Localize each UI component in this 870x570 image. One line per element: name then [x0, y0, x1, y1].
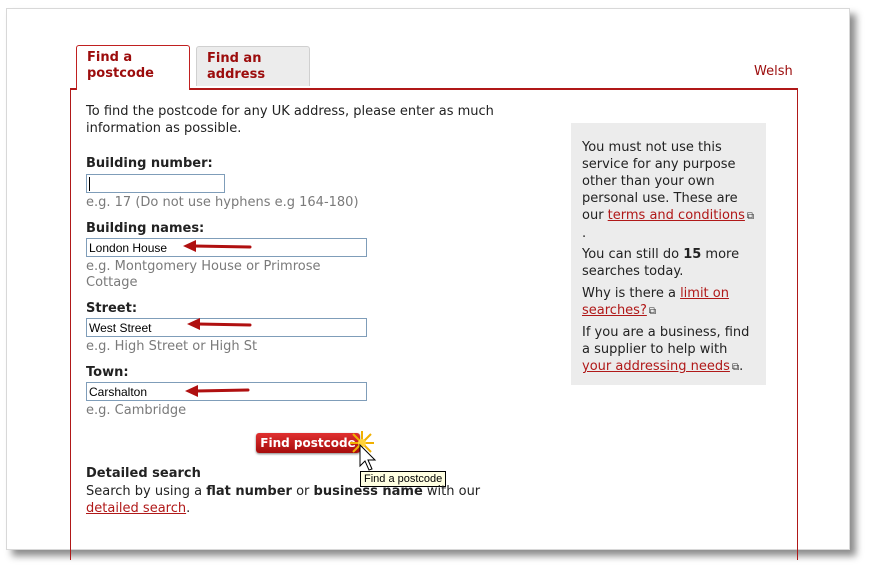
detailed-search-link-line: detailed search. [86, 500, 190, 517]
intro-line2: information as possible. [86, 121, 242, 136]
text-caret [89, 177, 90, 191]
welsh-link[interactable]: Welsh [754, 64, 793, 79]
business-paragraph: If you are a business, find a supplier t… [582, 324, 762, 376]
text-line: . [582, 226, 587, 241]
limit-link[interactable]: limit on [680, 286, 729, 301]
town-hint: e.g. Cambridge [86, 403, 187, 418]
addressing-needs-link[interactable]: your addressing needs [582, 359, 730, 374]
building-number-input[interactable] [86, 174, 225, 193]
info-sidebar: You must not use this service for any pu… [571, 123, 766, 385]
text-fragment: our [582, 208, 608, 223]
town-label: Town: [86, 365, 129, 380]
text-fragment: with our [422, 484, 481, 499]
text-line: You must not use this [582, 140, 722, 155]
detailed-search-text: Search by using a flat number or busines… [86, 483, 480, 500]
click-burst-icon [350, 431, 377, 471]
text-fragment: Why is there a [582, 286, 681, 301]
text-line: searches today. [582, 264, 684, 279]
text-fragment: You can still do [582, 247, 684, 262]
text-line: If you are a business, find [582, 325, 750, 340]
text-fragment: . [739, 359, 744, 374]
street-label: Street: [86, 301, 138, 316]
detailed-search-link[interactable]: detailed search [86, 501, 186, 516]
building-names-hint-line1: e.g. Montgomery House or Primrose [86, 259, 321, 274]
tab-find-address[interactable]: Find an address [196, 46, 310, 86]
external-link-icon: ⧉ [746, 211, 755, 222]
search-count-paragraph: You can still do 15 more searches today. [582, 246, 762, 280]
street-hint: e.g. High Street or High St [86, 339, 258, 354]
tab-find-postcode[interactable]: Find a postcode [76, 45, 190, 90]
external-link-icon: ⧉ [731, 362, 740, 373]
annotation-arrow-icon [185, 385, 250, 397]
tab-label-line1: Find an [207, 51, 262, 66]
external-link-icon: ⧉ [648, 306, 656, 317]
building-number-hint: e.g. 17 (Do not use hyphens e.g 164-180) [86, 195, 359, 210]
text-bold-fragment: flat number [206, 484, 292, 499]
tab-label-line1: Find a [87, 50, 133, 65]
limit-paragraph: Why is there a limit on searches? ⧉ [582, 285, 762, 320]
text-fragment: or [291, 484, 314, 499]
annotation-arrow-icon [183, 240, 252, 252]
text-fragment: Search by using a [86, 484, 207, 499]
text-line: other than your own [582, 174, 715, 189]
limit-link-line2[interactable]: searches? [582, 303, 647, 318]
terms-paragraph: You must not use this service for any pu… [582, 139, 762, 242]
text-line: a supplier to help with [582, 342, 728, 357]
annotation-arrow-icon [187, 318, 252, 330]
building-names-hint-line2: Cottage [86, 275, 138, 290]
search-count: 15 [683, 247, 702, 262]
building-number-label: Building number: [86, 156, 213, 171]
building-names-label: Building names: [86, 221, 205, 236]
text-fragment: . [186, 501, 191, 516]
text-bold-fragment: business name [313, 484, 423, 499]
text-line: service for any purpose [582, 157, 736, 172]
intro-line1: To find the postcode for any UK address,… [86, 104, 494, 119]
terms-link[interactable]: terms and conditions [608, 208, 745, 223]
tab-label-line2: address [207, 67, 266, 82]
tab-label-line2: postcode [87, 66, 154, 81]
detailed-search-heading: Detailed search [86, 466, 201, 481]
text-line: personal use. These are [582, 191, 738, 206]
text-fragment: more [701, 247, 740, 262]
